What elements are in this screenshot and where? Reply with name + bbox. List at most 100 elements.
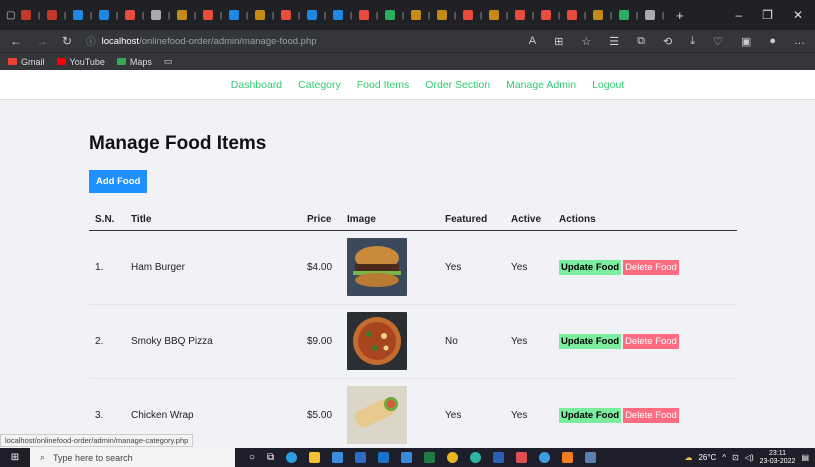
network-icon[interactable]: ⊡: [732, 453, 739, 462]
food-table: S.N. Title Price Image Featured Active A…: [89, 210, 737, 453]
update-food-button[interactable]: Update Food: [559, 407, 622, 423]
vscode-icon[interactable]: [401, 452, 413, 463]
clock[interactable]: 23:11 23-03-2022: [760, 450, 796, 466]
chrome-icon[interactable]: [447, 452, 459, 463]
restore-icon[interactable]: ❐: [762, 8, 773, 22]
delete-food-button[interactable]: Delete Food: [623, 407, 679, 423]
browser-tab-icon[interactable]: [567, 10, 577, 20]
windows-start-icon[interactable]: ⊞: [0, 452, 30, 463]
delete-food-button[interactable]: Delete Food: [623, 259, 679, 275]
favorite-icon[interactable]: ☆: [581, 35, 591, 48]
update-food-button[interactable]: Update Food: [559, 259, 622, 275]
bookmark-gmail[interactable]: Gmail: [8, 57, 45, 67]
nav-logout[interactable]: Logout: [592, 79, 624, 91]
task-view-icon[interactable]: ⧉: [267, 452, 274, 463]
close-window-icon[interactable]: ✕: [793, 8, 803, 22]
edge-dev-icon[interactable]: [470, 452, 482, 463]
weather-icon[interactable]: ☁: [684, 453, 692, 462]
delete-food-button[interactable]: Delete Food: [623, 333, 679, 349]
tray-chevron-icon[interactable]: ^: [722, 453, 726, 462]
nav-dashboard[interactable]: Dashboard: [231, 79, 282, 91]
wallet-icon[interactable]: ▣: [741, 35, 751, 48]
tab-separator: |: [63, 10, 67, 20]
profile-avatar[interactable]: ●: [769, 35, 776, 48]
add-food-button[interactable]: Add Food: [89, 170, 148, 193]
browser-tab-icon[interactable]: [21, 10, 31, 20]
collections-icon[interactable]: ⧉: [637, 35, 645, 48]
browser-tab-icon[interactable]: [645, 10, 655, 20]
address-bar-row: ← → ↻ ⓘ localhost/onlinefood-order/admin…: [0, 30, 815, 52]
nav-category[interactable]: Category: [298, 79, 341, 91]
notifications-icon[interactable]: ▤: [801, 453, 809, 462]
tab-separator: |: [479, 10, 483, 20]
wrap-image: [347, 386, 407, 444]
bookmark-folder-icon[interactable]: ▭: [164, 56, 173, 67]
browser-tab-icon[interactable]: [489, 10, 499, 20]
photos-icon[interactable]: [355, 452, 367, 463]
heart-icon[interactable]: ♡: [713, 35, 723, 48]
browser-tab-icon[interactable]: [411, 10, 421, 20]
browser-tab-icon[interactable]: [619, 10, 629, 20]
taskbar-search[interactable]: ⌕ Type here to search: [30, 448, 235, 467]
tab-separator: |: [583, 10, 587, 20]
browser-tab-icon[interactable]: [333, 10, 343, 20]
info-icon[interactable]: ⓘ: [86, 34, 96, 48]
forward-icon[interactable]: →: [36, 34, 48, 48]
browser-tab-icon[interactable]: [151, 10, 161, 20]
store-icon[interactable]: [332, 452, 344, 463]
volume-icon[interactable]: ◁): [745, 453, 754, 462]
browser-tab-icon[interactable]: [359, 10, 369, 20]
browser-tab-icon[interactable]: [515, 10, 525, 20]
tab-separator: |: [401, 10, 405, 20]
browser-tab-icon[interactable]: [229, 10, 239, 20]
word-icon[interactable]: [493, 452, 505, 463]
browser-tab-icon[interactable]: [281, 10, 291, 20]
browser-tab-icon[interactable]: [203, 10, 213, 20]
xampp-icon[interactable]: [562, 452, 574, 463]
update-food-button[interactable]: Update Food: [559, 333, 622, 349]
browser-tab-icon[interactable]: [307, 10, 317, 20]
nav-manage-admin[interactable]: Manage Admin: [506, 79, 576, 91]
reload-icon[interactable]: ↻: [62, 34, 72, 48]
more-icon[interactable]: …: [794, 35, 805, 48]
extension-icon[interactable]: ⊞: [554, 35, 563, 48]
apps-icon[interactable]: [516, 452, 528, 463]
cortana-icon[interactable]: ○: [249, 452, 255, 463]
app-icon[interactable]: [585, 452, 597, 463]
tab-separator: |: [453, 10, 457, 20]
new-tab-button[interactable]: +: [676, 8, 684, 23]
edge-icon[interactable]: [286, 452, 298, 463]
url-field[interactable]: ⓘ localhost/onlinefood-order/admin/manag…: [86, 34, 515, 49]
bookmark-youtube[interactable]: YouTube: [56, 57, 105, 67]
burger-image: [347, 238, 407, 296]
browser-tab-icon[interactable]: [255, 10, 265, 20]
browser-tab-icon[interactable]: [125, 10, 135, 20]
browser-tab-icon[interactable]: [541, 10, 551, 20]
download-icon[interactable]: ⤓: [690, 35, 695, 48]
toolbar-icons: A ⊞ ☆ ☰ ⧉ ⟲ ⤓ ♡ ▣ ● …: [529, 35, 805, 48]
tab-separator: |: [427, 10, 431, 20]
browser-tab-icon[interactable]: [177, 10, 187, 20]
browser-tab-icon[interactable]: [437, 10, 447, 20]
bookmark-maps[interactable]: Maps: [116, 57, 152, 67]
nav-order-section[interactable]: Order Section: [425, 79, 490, 91]
nav-food-items[interactable]: Food Items: [357, 79, 410, 91]
file-explorer-icon[interactable]: [309, 452, 321, 463]
browser-tab-icon[interactable]: [385, 10, 395, 20]
excel-icon[interactable]: [424, 452, 436, 463]
browser-tab-icon[interactable]: [463, 10, 473, 20]
read-aloud-icon[interactable]: A: [529, 35, 536, 48]
tab-actions-icon[interactable]: ▢: [6, 10, 18, 21]
browser-tab-icon[interactable]: [593, 10, 603, 20]
favorites-icon[interactable]: ☰: [609, 35, 619, 48]
table-header-row: S.N. Title Price Image Featured Active A…: [89, 210, 737, 231]
browser-tab-icon[interactable]: [47, 10, 57, 20]
history-icon[interactable]: ⟲: [663, 35, 672, 48]
tab-separator: |: [531, 10, 535, 20]
mail-icon[interactable]: [378, 452, 390, 463]
browser-tab-icon[interactable]: [99, 10, 109, 20]
minimize-icon[interactable]: –: [735, 8, 742, 22]
browser-tab-icon[interactable]: [73, 10, 83, 20]
back-icon[interactable]: ←: [10, 34, 22, 48]
browser-icon[interactable]: [539, 452, 551, 463]
